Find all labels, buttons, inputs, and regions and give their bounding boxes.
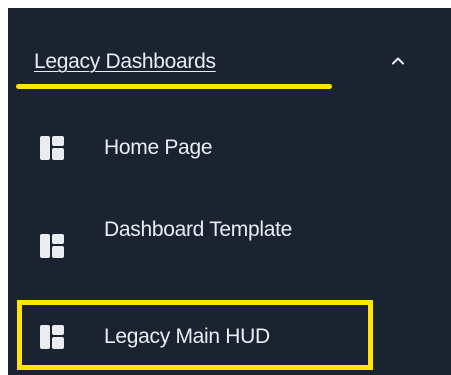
dashboard-icon [40, 234, 64, 258]
sidebar-item-home-page[interactable]: Home Page [8, 120, 451, 176]
section-title[interactable]: Legacy Dashboards [34, 50, 216, 74]
legacy-dashboards-section-header[interactable]: Legacy Dashboards [8, 40, 451, 100]
dashboard-icon [40, 325, 64, 349]
sidebar-item-label: Dashboard Template [104, 218, 292, 241]
highlight-underline [16, 84, 332, 89]
dashboard-icon [40, 136, 64, 160]
sidebar-item-label: Home Page [104, 136, 213, 159]
screenshot-frame: Legacy Dashboards Home Page Dashboard Te… [0, 0, 451, 375]
sidebar-item-legacy-main-hud[interactable]: Legacy Main HUD [8, 300, 451, 375]
sidebar-item-dashboard-template[interactable]: Dashboard Template [8, 194, 451, 294]
sidebar-item-label: Legacy Main HUD [104, 325, 270, 348]
sidebar: Legacy Dashboards Home Page Dashboard Te… [8, 8, 451, 375]
chevron-up-icon[interactable] [389, 52, 407, 70]
